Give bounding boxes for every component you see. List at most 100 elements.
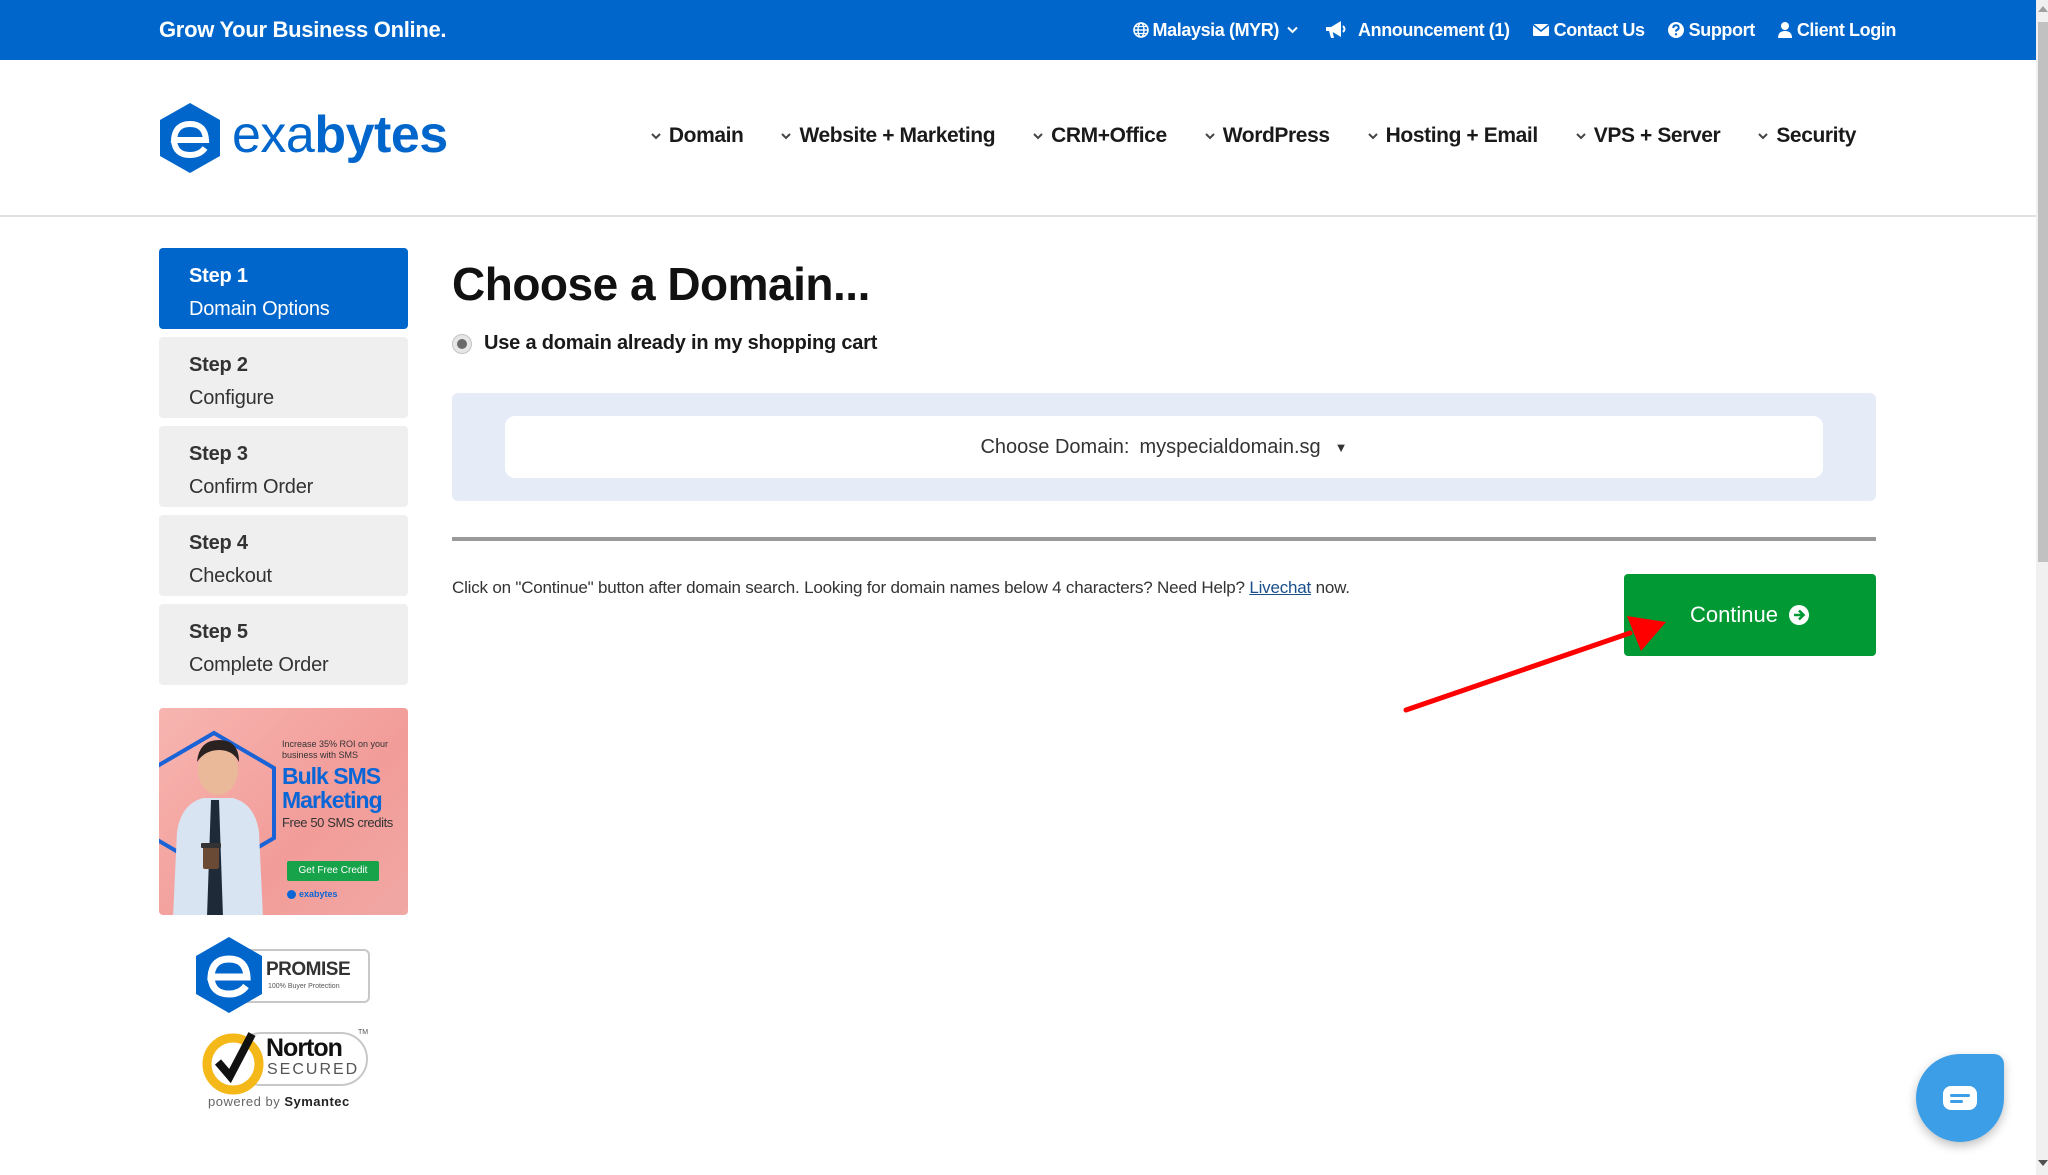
- ad-subtitle: Free 50 SMS credits: [282, 815, 393, 830]
- nav-hosting-email[interactable]: Hosting + Email: [1367, 124, 1539, 148]
- use-cart-domain-radio-option[interactable]: Use a domain already in my shopping cart: [452, 332, 877, 355]
- nav-label: Website + Marketing: [799, 124, 996, 147]
- step-confirm-order[interactable]: Step 3 Confirm Order: [159, 426, 408, 507]
- step-label: Checkout: [189, 565, 272, 587]
- exabytes-logo[interactable]: exabytes: [158, 102, 448, 174]
- main-header: exabytes Domain Website + Marketing CRM+…: [0, 60, 2036, 217]
- norton-trademark: TM: [358, 1029, 369, 1036]
- support-label: Support: [1688, 19, 1756, 40]
- chevron-down-icon: [1287, 26, 1298, 34]
- choose-domain-select[interactable]: Choose Domain: myspecialdomain.sg ▼: [505, 416, 1823, 478]
- step-label: Configure: [189, 387, 274, 409]
- chat-bubble-icon: [1943, 1086, 1977, 1110]
- nav-crm-office[interactable]: CRM+Office: [1033, 124, 1167, 148]
- chevron-down-icon: [651, 133, 661, 140]
- arrow-circle-right-icon: [1789, 605, 1810, 625]
- ad-cta-button[interactable]: Get Free Credit: [287, 861, 379, 881]
- dropdown-arrow-icon: ▼: [1334, 439, 1348, 455]
- scrollbar-thumb[interactable]: [2038, 22, 2048, 562]
- use-cart-domain-radio[interactable]: [452, 333, 472, 354]
- nav-website-marketing[interactable]: Website + Marketing: [781, 124, 996, 148]
- norton-subtitle: SECURED: [267, 1061, 360, 1078]
- nav-vps-server[interactable]: VPS + Server: [1576, 124, 1721, 148]
- norton-checkmark-icon: [202, 1032, 264, 1095]
- step-number: Step 4: [189, 532, 248, 554]
- radio-label: Use a domain already in my shopping cart: [484, 332, 878, 354]
- help-text-after: now.: [1311, 578, 1350, 597]
- envelope-icon: [1532, 23, 1550, 36]
- client-login-label: Client Login: [1796, 19, 1897, 40]
- promise-subtitle: 100% Buyer Protection: [268, 983, 340, 990]
- nav-label: CRM+Office: [1051, 124, 1167, 147]
- powered-by-text: powered by: [208, 1094, 285, 1109]
- chevron-down-icon: [781, 133, 792, 140]
- norton-title: Norton: [266, 1034, 343, 1062]
- contact-link[interactable]: Contact Us: [1532, 20, 1645, 41]
- question-circle-icon: [1667, 22, 1684, 38]
- chevron-down-icon: [1033, 133, 1043, 140]
- scroll-down-arrow-icon[interactable]: [2038, 1160, 2048, 1166]
- step-label: Confirm Order: [189, 476, 314, 498]
- step-complete-order[interactable]: Step 5 Complete Order: [159, 604, 408, 685]
- main-content: Choose a Domain... Use a domain already …: [452, 248, 1876, 656]
- norton-secured-badge: Norton SECURED TM powered by Symantec: [200, 1020, 375, 1115]
- region-selector[interactable]: Malaysia (MYR): [1132, 19, 1298, 41]
- ad-brand-logo: exabytes: [287, 889, 338, 899]
- exabytes-hex-logo-icon: [160, 103, 220, 173]
- logo-prefix: exa: [232, 106, 315, 164]
- ad-logo-icon: [287, 889, 296, 899]
- step-number: Step 2: [189, 354, 248, 376]
- megaphone-icon: [1326, 21, 1346, 38]
- help-text: Click on "Continue" button after domain …: [452, 578, 1350, 598]
- step-checkout[interactable]: Step 4 Checkout: [159, 515, 408, 596]
- announcement-link[interactable]: Announcement (1): [1324, 20, 1510, 41]
- help-text-before: Click on "Continue" button after domain …: [452, 578, 1250, 597]
- region-label: Malaysia (MYR): [1152, 19, 1280, 40]
- nav-wordpress[interactable]: WordPress: [1205, 124, 1330, 148]
- chevron-down-icon: [1758, 133, 1769, 140]
- top-bar: Grow Your Business Online. Malaysia (MYR…: [0, 0, 2036, 60]
- nav-label: Hosting + Email: [1385, 124, 1539, 147]
- exabytes-e-hex-icon: [196, 937, 262, 1013]
- step-number: Step 1: [189, 265, 248, 287]
- page-scrollbar[interactable]: [2036, 0, 2048, 1175]
- bulk-sms-ad-banner[interactable]: Increase 35% ROI on your business with S…: [159, 708, 408, 915]
- choose-domain-label: Choose Domain:: [980, 435, 1130, 458]
- nav-label: VPS + Server: [1593, 124, 1721, 147]
- contact-label: Contact Us: [1553, 19, 1645, 40]
- tagline: Grow Your Business Online.: [159, 17, 447, 42]
- logo-wordmark: exabytes: [232, 109, 448, 161]
- announcement-label: Announcement (1): [1358, 19, 1510, 40]
- user-icon: [1777, 22, 1792, 38]
- step-number: Step 5: [189, 621, 248, 643]
- main-nav: Domain Website + Marketing CRM+Office Wo…: [651, 124, 1856, 148]
- nav-label: WordPress: [1222, 124, 1330, 147]
- promise-title: PROMISE: [266, 959, 351, 980]
- step-label: Domain Options: [189, 298, 330, 320]
- symantec-text: Symantec: [284, 1094, 350, 1109]
- step-number: Step 3: [189, 443, 248, 465]
- live-chat-widget-button[interactable]: [1916, 1054, 2004, 1142]
- step-configure[interactable]: Step 2 Configure: [159, 337, 408, 418]
- support-link[interactable]: Support: [1667, 20, 1755, 41]
- choose-domain-value: myspecialdomain.sg: [1139, 435, 1321, 458]
- client-login-link[interactable]: Client Login: [1777, 20, 1896, 41]
- nav-label: Domain: [668, 124, 744, 147]
- step-domain-options[interactable]: Step 1 Domain Options: [159, 248, 408, 329]
- ad-brand-text: exabytes: [299, 889, 338, 899]
- continue-label: Continue: [1689, 602, 1779, 627]
- promise-buyer-protection-badge: PROMISE 100% Buyer Protection: [194, 935, 372, 1015]
- radio-selected-dot: [457, 338, 467, 349]
- nav-security[interactable]: Security: [1758, 124, 1856, 148]
- ad-tagline: Increase 35% ROI on your business with S…: [282, 739, 389, 760]
- section-divider: [452, 537, 1876, 541]
- page-title: Choose a Domain...: [452, 258, 870, 310]
- logo-suffix: bytes: [314, 106, 448, 164]
- scroll-up-arrow-icon[interactable]: [2038, 6, 2048, 12]
- chevron-down-icon: [1205, 133, 1215, 140]
- chevron-down-icon: [1576, 133, 1586, 140]
- livechat-link[interactable]: Livechat: [1249, 578, 1311, 597]
- nav-domain[interactable]: Domain: [651, 124, 744, 148]
- step-label: Complete Order: [189, 654, 329, 676]
- continue-button[interactable]: Continue: [1624, 574, 1876, 656]
